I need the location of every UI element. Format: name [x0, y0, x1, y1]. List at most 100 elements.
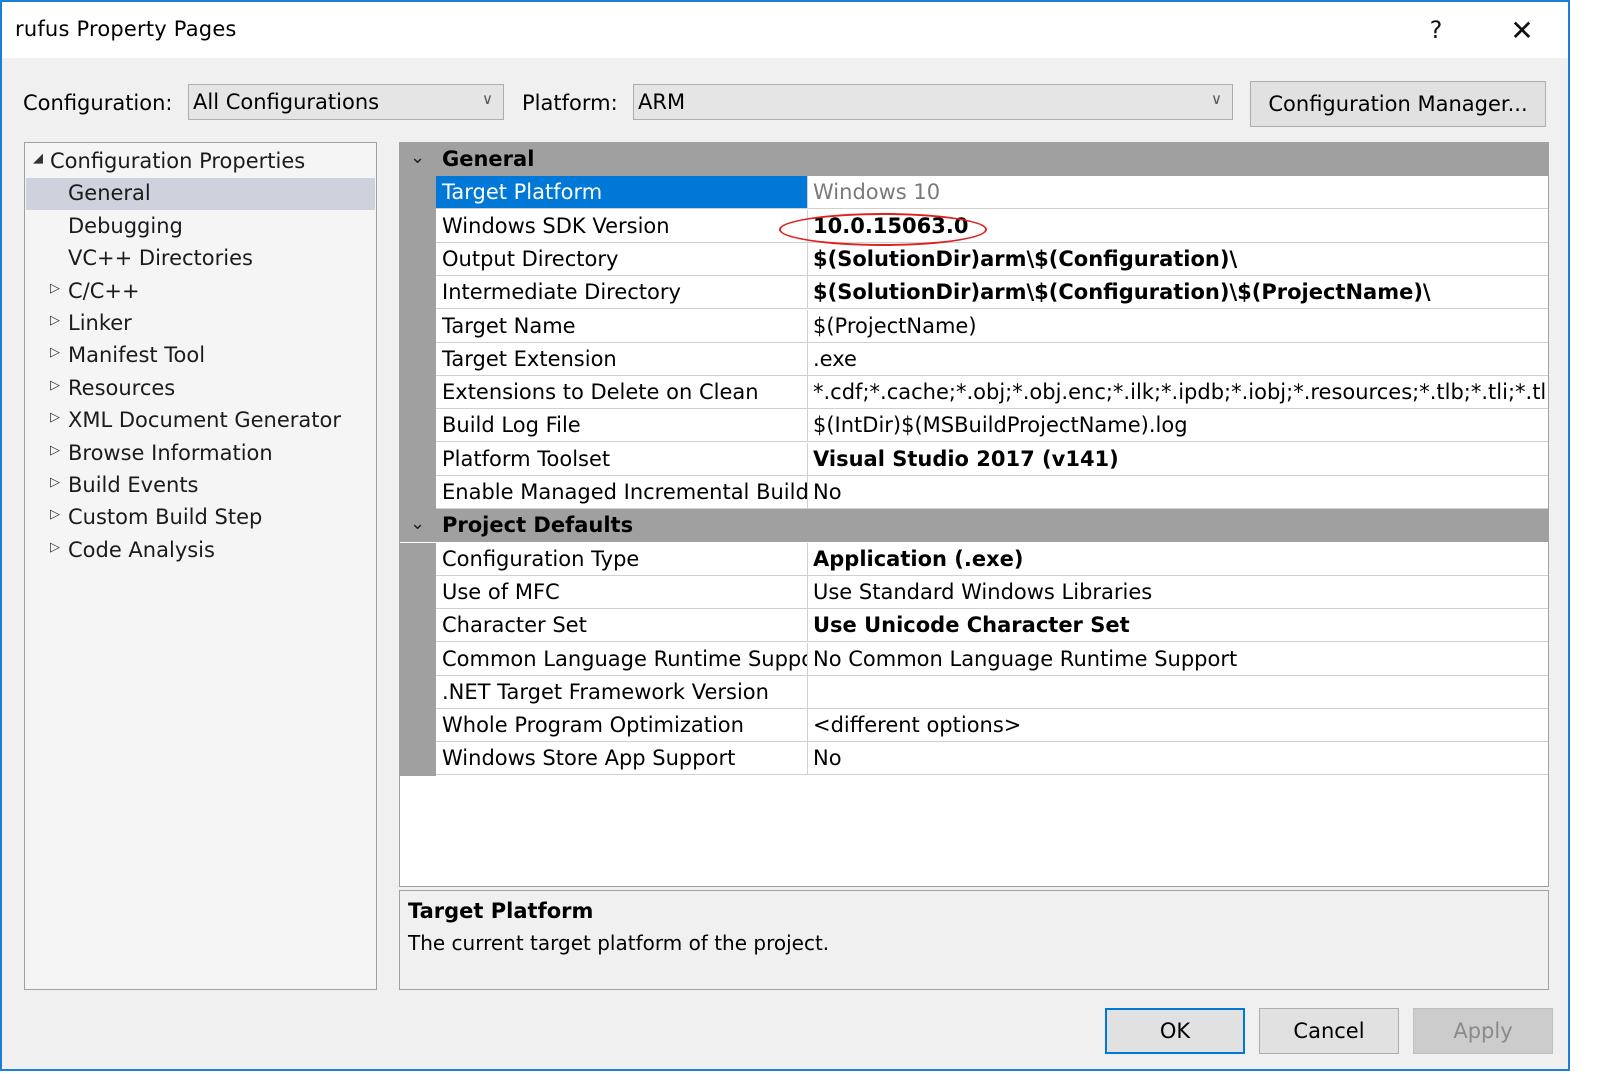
- tree-item-label: General: [68, 181, 151, 206]
- tree-item-vc-directories[interactable]: VC++ Directories: [26, 243, 375, 275]
- tree-item-debugging[interactable]: Debugging: [26, 211, 375, 243]
- collapsed-arrow-icon[interactable]: ▷: [50, 540, 60, 555]
- help-icon: ?: [1429, 16, 1443, 44]
- tree-item-xml-document-generator[interactable]: ▷ XML Document Generator: [26, 405, 375, 437]
- property-value[interactable]: No Common Language Runtime Support: [813, 643, 1548, 675]
- configuration-value: All Configurations: [193, 90, 380, 114]
- property-row[interactable]: Common Language Runtime Suppo No Common L…: [436, 642, 1548, 676]
- property-value[interactable]: Application (.exe): [813, 543, 1548, 575]
- property-name: Common Language Runtime Suppo: [436, 642, 808, 675]
- tree-item-label: Browse Information: [68, 440, 273, 465]
- property-name: Use of MFC: [436, 575, 808, 608]
- property-row[interactable]: Target Name $(ProjectName): [436, 309, 1548, 343]
- property-value[interactable]: .exe: [813, 343, 1548, 375]
- property-value[interactable]: $(ProjectName): [813, 310, 1548, 342]
- tree-item-label: Configuration Properties: [50, 149, 306, 173]
- platform-label: Platform:: [522, 91, 618, 115]
- property-row[interactable]: Platform Toolset Visual Studio 2017 (v141…: [436, 442, 1548, 476]
- description-panel: Target Platform The current target platf…: [399, 890, 1549, 990]
- property-value[interactable]: $(IntDir)$(MSBuildProjectName).log: [813, 409, 1548, 441]
- tree-item-general[interactable]: General: [26, 178, 375, 211]
- property-value[interactable]: *.cdf;*.cache;*.obj;*.obj.enc;*.ilk;*.ip…: [813, 376, 1548, 408]
- tree-item-label: C/C++: [68, 278, 140, 303]
- property-name: Target Name: [436, 309, 808, 342]
- tree-item-label: Linker: [68, 311, 132, 335]
- collapsed-arrow-icon[interactable]: ▷: [50, 378, 60, 393]
- property-row[interactable]: Windows Store App Support No: [436, 742, 1548, 776]
- property-value[interactable]: Use Standard Windows Libraries: [813, 576, 1548, 608]
- configuration-manager-button[interactable]: Configuration Manager...: [1250, 81, 1546, 127]
- property-value[interactable]: 10.0.15063.0: [813, 210, 1548, 242]
- property-row[interactable]: Enable Managed Incremental Build No: [436, 476, 1548, 509]
- collapsed-arrow-icon[interactable]: ▷: [50, 281, 60, 296]
- property-row[interactable]: Character Set Use Unicode Character Set: [436, 609, 1548, 643]
- property-row[interactable]: Configuration Type Application (.exe): [436, 542, 1548, 576]
- tree-item-configuration-properties[interactable]: ◢ Configuration Properties: [26, 146, 375, 178]
- property-pages-dialog: rufus Property Pages ? ✕ Configuration: …: [0, 0, 1570, 1071]
- category-header[interactable]: ⌄ Project Defaults: [400, 509, 1548, 543]
- tree-item-custom-build-step[interactable]: ▷ Custom Build Step: [26, 502, 375, 534]
- property-value[interactable]: Visual Studio 2017 (v141): [813, 443, 1548, 475]
- collapsed-arrow-icon[interactable]: ▷: [50, 443, 60, 458]
- ok-button[interactable]: OK: [1105, 1008, 1245, 1054]
- property-name: Character Set: [436, 609, 808, 642]
- collapsed-arrow-icon[interactable]: ▷: [50, 313, 60, 328]
- collapsed-arrow-icon[interactable]: ▷: [50, 410, 60, 425]
- property-row[interactable]: Output Directory $(SolutionDir)arm\$(Conf…: [436, 242, 1548, 276]
- property-name: Windows SDK Version: [436, 209, 808, 242]
- chevron-down-icon[interactable]: ⌄: [410, 513, 425, 534]
- property-name: Target Extension: [436, 342, 808, 375]
- property-row[interactable]: Target Extension .exe: [436, 342, 1548, 376]
- collapsed-arrow-icon[interactable]: ▷: [50, 475, 60, 490]
- property-row[interactable]: Build Log File $(IntDir)$(MSBuildProjectN…: [436, 409, 1548, 443]
- property-row[interactable]: Target Platform Windows 10: [436, 176, 1548, 210]
- expanded-arrow-icon[interactable]: ◢: [33, 151, 43, 166]
- property-row[interactable]: .NET Target Framework Version: [436, 675, 1548, 709]
- tree-item-build-events[interactable]: ▷ Build Events: [26, 470, 375, 502]
- tree-item-code-analysis[interactable]: ▷ Code Analysis: [26, 535, 375, 567]
- property-name: Extensions to Delete on Clean: [436, 376, 808, 409]
- category-label: Project Defaults: [442, 513, 634, 538]
- collapsed-arrow-icon[interactable]: ▷: [50, 507, 60, 522]
- property-value[interactable]: Windows 10: [813, 176, 1548, 208]
- property-name: Platform Toolset: [436, 442, 808, 475]
- property-tree: ◢ Configuration Properties General Debuggin…: [24, 142, 377, 990]
- property-value[interactable]: [813, 676, 1548, 708]
- property-name: Enable Managed Incremental Build: [436, 476, 808, 508]
- configuration-dropdown[interactable]: All Configurations ∨: [188, 84, 504, 120]
- property-row[interactable]: Use of MFC Use Standard Windows Libraries: [436, 575, 1548, 609]
- property-value[interactable]: <different options>: [813, 709, 1548, 741]
- tree-item-linker[interactable]: ▷ Linker: [26, 308, 375, 340]
- collapsed-arrow-icon[interactable]: ▷: [50, 345, 60, 360]
- chevron-down-icon: ∨: [482, 90, 493, 108]
- property-row[interactable]: Windows SDK Version 10.0.15063.0: [436, 209, 1548, 243]
- help-button[interactable]: ?: [1414, 10, 1458, 50]
- close-button[interactable]: ✕: [1500, 10, 1544, 50]
- category-header[interactable]: ⌄ General: [400, 143, 1548, 176]
- property-value[interactable]: $(SolutionDir)arm\$(Configuration)\: [813, 243, 1548, 275]
- description-title: Target Platform: [408, 899, 594, 923]
- platform-value: ARM: [638, 90, 686, 114]
- property-value[interactable]: No: [813, 742, 1548, 774]
- chevron-down-icon: ∨: [1211, 90, 1222, 108]
- platform-dropdown[interactable]: ARM ∨: [633, 84, 1233, 120]
- cancel-button[interactable]: Cancel: [1259, 1008, 1399, 1054]
- tree-item-label: Debugging: [68, 213, 183, 238]
- tree-item-label: Custom Build Step: [68, 505, 263, 530]
- property-value[interactable]: Use Unicode Character Set: [813, 609, 1548, 641]
- property-name: Target Platform: [436, 176, 808, 209]
- property-row[interactable]: Whole Program Optimization <different opt…: [436, 709, 1548, 743]
- property-row[interactable]: Intermediate Directory $(SolutionDir)arm\…: [436, 276, 1548, 310]
- chevron-down-icon[interactable]: ⌄: [410, 147, 425, 168]
- property-name: Windows Store App Support: [436, 742, 808, 775]
- property-value[interactable]: $(SolutionDir)arm\$(Configuration)\$(Pro…: [813, 276, 1548, 308]
- tree-item-browse-information[interactable]: ▷ Browse Information: [26, 438, 375, 470]
- apply-button[interactable]: Apply: [1413, 1008, 1553, 1054]
- tree-item-resources[interactable]: ▷ Resources: [26, 373, 375, 405]
- tree-item-manifest-tool[interactable]: ▷ Manifest Tool: [26, 340, 375, 372]
- tree-item-c-c[interactable]: ▷ C/C++: [26, 276, 375, 308]
- property-value[interactable]: No: [813, 476, 1548, 508]
- window-title: rufus Property Pages: [15, 17, 237, 41]
- property-row[interactable]: Extensions to Delete on Clean *.cdf;*.cac…: [436, 376, 1548, 410]
- tree-item-label: Resources: [68, 375, 176, 400]
